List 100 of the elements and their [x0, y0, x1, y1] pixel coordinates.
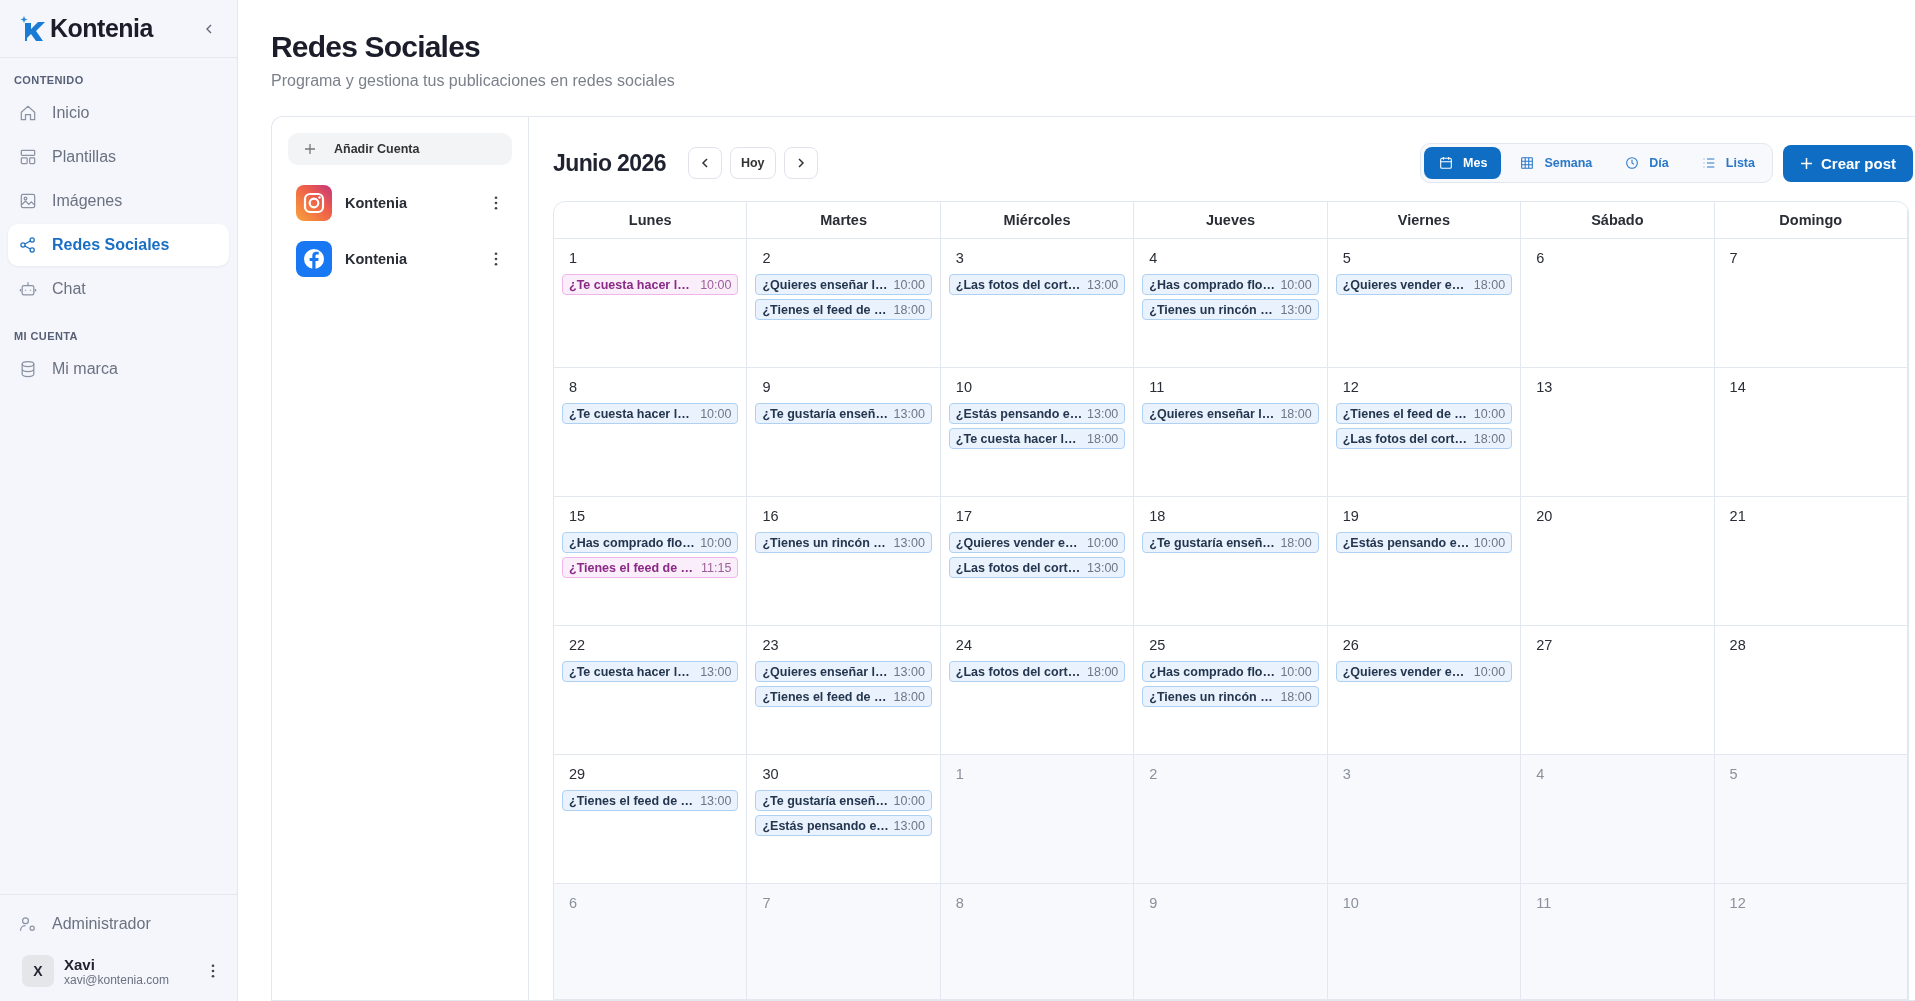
event-title: ¿Te gustaría enseñ… — [762, 406, 888, 421]
event-chip[interactable]: ¿Has comprado flo… 10:00 — [562, 532, 739, 553]
day-cell[interactable]: 19 ¿Estás pensando e… 10:00 — [1327, 497, 1522, 626]
day-cell[interactable]: 22 ¿Te cuesta hacer l… 13:00 — [554, 626, 748, 755]
day-cell[interactable]: 26 ¿Quieres vender e… 10:00 — [1327, 626, 1522, 755]
day-cell[interactable]: 2 ¿Quieres enseñar l… 10:00 ¿Tienes el feed de … 18:00 — [747, 239, 941, 368]
event-chip[interactable]: ¿Te cuesta hacer l… 10:00 — [562, 403, 739, 424]
sidebar-item[interactable]: Inicio — [8, 92, 229, 134]
event-time: 13:00 — [1280, 302, 1312, 317]
more-icon[interactable] — [211, 964, 215, 978]
event-title: ¿Has comprado flo… — [1149, 277, 1275, 292]
event-chip[interactable]: ¿Quieres enseñar l… 13:00 — [755, 661, 932, 682]
day-number: 13 — [1535, 379, 1554, 395]
event-title: ¿Estás pensando e… — [762, 818, 889, 833]
event-chip[interactable]: ¿Las fotos del cort… 13:00 — [948, 274, 1126, 295]
event-chip[interactable]: ¿Has comprado flo… 10:00 — [1142, 274, 1319, 295]
day-cell[interactable]: 16 ¿Tienes un rincón … 13:00 — [747, 497, 941, 626]
event-chip[interactable]: ¿Tienes un rincón … 18:00 — [1142, 686, 1319, 707]
event-chip[interactable]: ¿Estás pensando e… 13:00 — [755, 815, 932, 836]
day-cell[interactable]: 8 ¿Te cuesta hacer l… 10:00 — [554, 368, 748, 497]
more-icon[interactable] — [494, 252, 498, 266]
account-name: Kontenia — [345, 195, 409, 211]
day-cell[interactable]: 20 — [1521, 497, 1715, 626]
today-button[interactable]: Hoy — [729, 147, 776, 179]
event-time: 13:00 — [893, 818, 925, 833]
day-cell[interactable]: 11 ¿Quieres enseñar l… 18:00 — [1134, 368, 1328, 497]
day-cell[interactable]: 9 ¿Te gustaría enseñ… 13:00 — [747, 368, 941, 497]
weekday-header: Miércoles — [940, 202, 1135, 239]
event-chip[interactable]: ¿Tienes el feed de … 13:00 — [562, 790, 739, 811]
day-number: 21 — [1728, 508, 1747, 524]
event-chip[interactable]: ¿Te gustaría enseñ… 10:00 — [755, 790, 932, 811]
day-cell[interactable]: 1 ¿Te cuesta hacer l… 10:00 — [554, 239, 748, 368]
sidebar-item[interactable]: Imágenes — [8, 180, 229, 222]
day-cell[interactable]: 10 ¿Estás pensando e… 13:00 ¿Te cuesta hacer l… 18:00 — [940, 368, 1135, 497]
view-tab[interactable]: Mes — [1424, 147, 1502, 179]
event-chip[interactable]: ¿Tienes el feed de … 10:00 — [1335, 403, 1513, 424]
event-chip[interactable]: ¿Quieres vender e… 10:00 — [948, 532, 1126, 553]
day-cell[interactable]: 23 ¿Quieres enseñar l… 13:00 ¿Tienes el feed de … 18:00 — [747, 626, 941, 755]
event-chip[interactable]: ¿Tienes un rincón … 13:00 — [1142, 299, 1319, 320]
event-time: 13:00 — [893, 664, 925, 679]
day-cell[interactable]: 30 ¿Te gustaría enseñ… 10:00 ¿Estás pensando e… 13:00 — [747, 755, 941, 884]
day-cell[interactable]: 12 ¿Tienes el feed de … 10:00 ¿Las fotos del cort… 18:00 — [1327, 368, 1522, 497]
account-item[interactable]: Kontenia — [288, 185, 512, 221]
event-chip[interactable]: ¿Las fotos del cort… 18:00 — [948, 661, 1126, 682]
event-chip[interactable]: ¿Te cuesta hacer l… 13:00 — [562, 661, 739, 682]
day-cell[interactable]: 14 — [1714, 368, 1908, 497]
add-account-button[interactable]: Añadir Cuenta — [288, 133, 512, 165]
day-cell[interactable]: 17 ¿Quieres vender e… 10:00 ¿Las fotos del cort… 13:00 — [940, 497, 1135, 626]
event-chip[interactable]: ¿Tienes el feed de … 11:15 — [562, 557, 739, 578]
day-cell[interactable]: 3 ¿Las fotos del cort… 13:00 — [940, 239, 1135, 368]
event-time: 18:00 — [893, 302, 925, 317]
day-number: 20 — [1535, 508, 1554, 524]
event-time: 18:00 — [1473, 277, 1506, 292]
day-cell[interactable]: 21 — [1714, 497, 1908, 626]
account-item[interactable]: Kontenia — [288, 241, 512, 277]
event-chip[interactable]: ¿Has comprado flo… 10:00 — [1142, 661, 1319, 682]
event-time: 13:00 — [1087, 406, 1119, 421]
event-chip[interactable]: ¿Te cuesta hacer l… 18:00 — [948, 428, 1126, 449]
event-chip[interactable]: ¿Tienes el feed de … 18:00 — [755, 299, 932, 320]
day-cell[interactable]: 4 ¿Has comprado flo… 10:00 ¿Tienes un rincón … 13:00 — [1134, 239, 1328, 368]
day-cell[interactable]: 13 — [1521, 368, 1715, 497]
day-cell[interactable]: 6 — [1521, 239, 1715, 368]
event-title: ¿Quieres vender e… — [1342, 277, 1465, 292]
event-chip[interactable]: ¿Quieres enseñar l… 18:00 — [1142, 403, 1319, 424]
event-chip[interactable]: ¿Te cuesta hacer l… 10:00 — [562, 274, 739, 295]
event-chip[interactable]: ¿Te gustaría enseñ… 13:00 — [755, 403, 932, 424]
event-title: ¿Has comprado flo… — [569, 535, 695, 550]
event-chip[interactable]: ¿Quieres vender e… 18:00 — [1335, 274, 1513, 295]
event-chip[interactable]: ¿Estás pensando e… 10:00 — [1335, 532, 1513, 553]
event-time: 10:00 — [700, 406, 732, 421]
view-tab[interactable]: Día — [1610, 147, 1683, 179]
event-time: 10:00 — [1280, 277, 1312, 292]
sidebar-item[interactable]: Plantillas — [8, 136, 229, 178]
event-chip[interactable]: ¿Estás pensando e… 13:00 — [948, 403, 1126, 424]
event-chip[interactable]: ¿Quieres vender e… 10:00 — [1335, 661, 1513, 682]
day-cell[interactable]: 25 ¿Has comprado flo… 10:00 ¿Tienes un rincón … 18:00 — [1134, 626, 1328, 755]
event-time: 13:00 — [893, 406, 925, 421]
day-cell[interactable]: 24 ¿Las fotos del cort… 18:00 — [940, 626, 1135, 755]
event-chip[interactable]: ¿Las fotos del cort… 18:00 — [1335, 428, 1513, 449]
admin-link[interactable]: Administrador — [8, 903, 229, 945]
day-cell[interactable]: 18 ¿Te gustaría enseñ… 18:00 — [1134, 497, 1328, 626]
create-post-button[interactable]: Crear post — [1782, 144, 1913, 182]
view-tab[interactable]: Semana — [1505, 147, 1607, 179]
day-cell[interactable]: 7 — [1714, 239, 1908, 368]
more-icon[interactable] — [494, 196, 498, 210]
sidebar-item[interactable]: Chat — [8, 268, 229, 310]
sidebar-item[interactable]: Mi marca — [8, 348, 229, 390]
event-chip[interactable]: ¿Tienes el feed de … 18:00 — [755, 686, 932, 707]
event-chip[interactable]: ¿Tienes un rincón … 13:00 — [755, 532, 932, 553]
day-number: 15 — [568, 508, 587, 524]
event-title: ¿Tienes el feed de … — [1342, 406, 1467, 421]
event-chip[interactable]: ¿Quieres enseñar l… 10:00 — [755, 274, 932, 295]
view-tab[interactable]: Lista — [1686, 147, 1769, 179]
day-cell[interactable]: 15 ¿Has comprado flo… 10:00 ¿Tienes el feed de … 11:15 — [554, 497, 748, 626]
event-chip[interactable]: ¿Te gustaría enseñ… 18:00 — [1142, 532, 1319, 553]
day-cell[interactable]: 5 ¿Quieres vender e… 18:00 — [1327, 239, 1522, 368]
event-chip[interactable]: ¿Las fotos del cort… 13:00 — [948, 557, 1126, 578]
user-email: xavi@kontenia.com — [64, 972, 170, 987]
day-cell[interactable]: 29 ¿Tienes el feed de … 13:00 — [554, 755, 748, 884]
sidebar-item[interactable]: Redes Sociales — [8, 224, 229, 266]
